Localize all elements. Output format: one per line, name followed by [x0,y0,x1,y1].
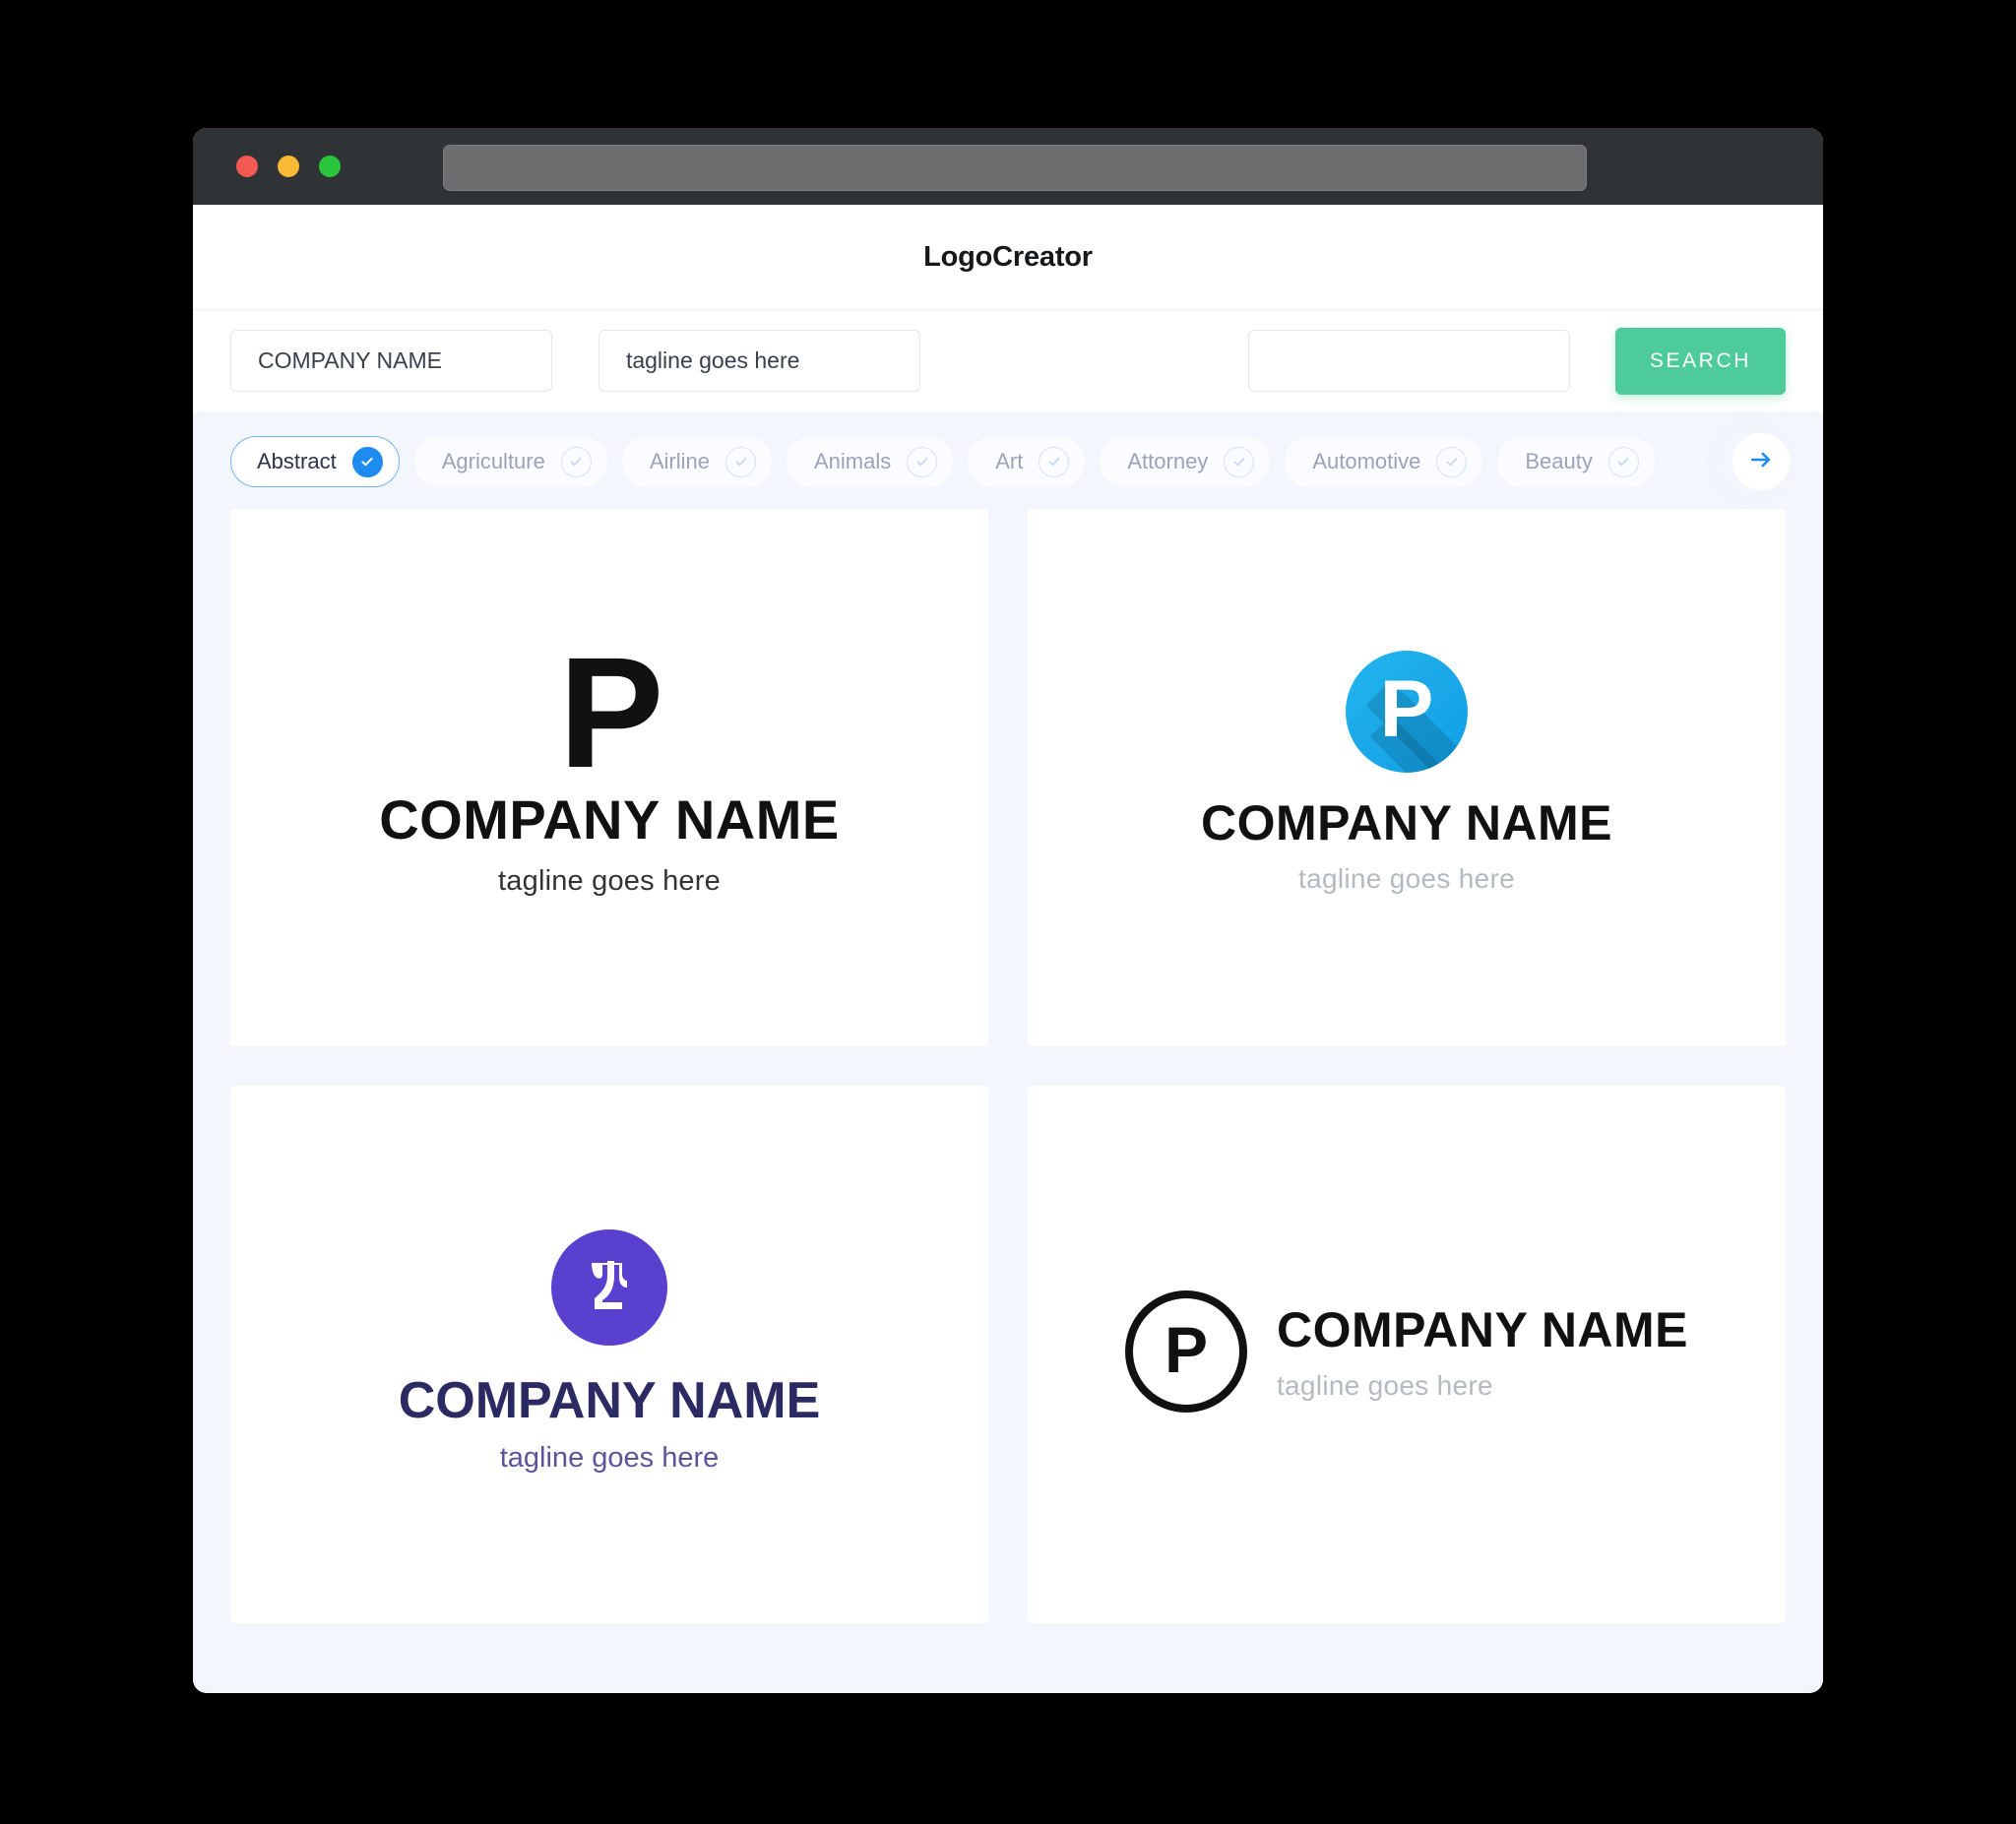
logo-tagline: tagline goes here [499,1441,720,1474]
app-header: LogoCreator [193,205,1823,310]
logo-results-grid: P COMPANY NAME tagline goes here P COMPA… [193,509,1823,1693]
logo-company-name: COMPANY NAME [398,1371,821,1429]
check-icon [907,446,938,477]
logo-card[interactable]: P COMPANY NAME tagline goes here [1028,509,1786,1046]
category-chip-beauty[interactable]: Beauty [1497,436,1655,487]
company-name-input[interactable]: COMPANY NAME [230,330,552,392]
logo-preview-black-letter: P COMPANY NAME tagline goes here [379,623,840,899]
logo-tagline: tagline goes here [498,865,721,898]
category-chip-agriculture[interactable]: Agriculture [413,436,607,487]
category-chip-label: Animals [814,449,892,473]
logo-company-name: COMPANY NAME [1200,795,1613,850]
logo-card[interactable]: COMPANY NAME tagline goes here [230,1086,988,1623]
category-filter-bar: Abstract Agriculture Airline Animals Art [193,411,1823,509]
check-icon [1607,446,1639,477]
check-icon [1224,446,1255,477]
logo-preview-purple-circle: COMPANY NAME tagline goes here [398,1228,821,1475]
categories-next-button[interactable] [1732,433,1790,490]
logo-company-name: COMPANY NAME [1276,1302,1689,1357]
category-chip-automotive[interactable]: Automotive [1285,436,1483,487]
search-toolbar: COMPANY NAME tagline goes here SEARCH [193,310,1823,411]
check-icon [560,446,592,477]
category-chip-animals[interactable]: Animals [787,436,954,487]
logo-mark-letter: P [558,623,664,800]
category-chip-label: Beauty [1525,449,1593,473]
check-icon [351,446,383,477]
circle-badge-icon [550,1228,667,1346]
browser-titlebar [193,128,1823,205]
logo-tagline: tagline goes here [1276,1370,1493,1401]
logo-mark-letter: P [1379,664,1434,754]
logo-card[interactable]: P COMPANY NAME tagline goes here [1028,1086,1786,1623]
address-bar[interactable] [443,145,1587,191]
search-button[interactable]: SEARCH [1614,327,1786,395]
circle-badge-icon: P [1346,651,1468,773]
category-chip-label: Abstract [257,449,337,473]
page-title: LogoCreator [923,240,1093,273]
category-chip-abstract[interactable]: Abstract [230,436,400,487]
close-window-button[interactable] [236,156,258,177]
category-chip-label: Attorney [1127,449,1209,473]
logo-card[interactable]: P COMPANY NAME tagline goes here [230,509,988,1046]
ayin-glyph-icon [591,1260,627,1309]
tagline-input[interactable]: tagline goes here [598,330,920,392]
minimize-window-button[interactable] [278,156,299,177]
browser-window: LogoCreator COMPANY NAME tagline goes he… [193,128,1823,1693]
logo-text-block: COMPANY NAME tagline goes here [1277,1301,1688,1402]
check-icon [725,446,756,477]
category-chip-label: Automotive [1312,449,1421,473]
maximize-window-button[interactable] [319,156,341,177]
arrow-right-icon [1747,446,1775,478]
category-chip-label: Art [995,449,1024,473]
traffic-light-group [236,156,341,177]
logo-company-name: COMPANY NAME [379,788,840,851]
category-chip-art[interactable]: Art [968,436,1086,487]
category-chip-label: Airline [649,449,710,473]
logo-mark-letter: P [1164,1313,1208,1386]
logo-preview-outline-circle: P COMPANY NAME tagline goes here [1124,1290,1688,1413]
category-chip-label: Agriculture [441,449,545,473]
logo-tagline: tagline goes here [1298,863,1515,894]
check-icon [1436,446,1468,477]
keyword-input[interactable] [1247,330,1570,392]
category-chip-attorney[interactable]: Attorney [1100,436,1271,487]
category-chip-airline[interactable]: Airline [621,436,772,487]
logo-preview-blue-circle: P COMPANY NAME tagline goes here [1201,651,1612,895]
circle-outline-icon: P [1124,1290,1247,1413]
check-icon [1039,446,1070,477]
